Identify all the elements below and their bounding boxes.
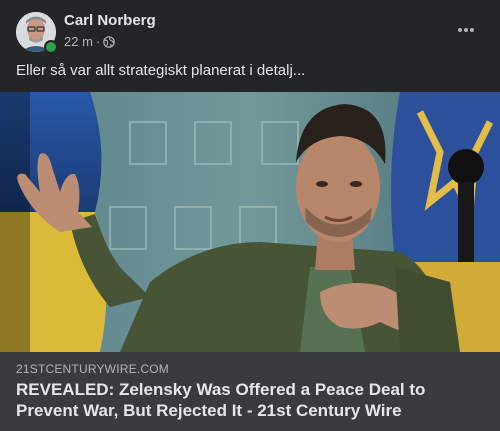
feed-post: Carl Norberg 22 m · Eller så var allt st… — [0, 0, 500, 431]
link-title[interactable]: REVEALED: Zelensky Was Offered a Peace D… — [16, 379, 486, 421]
link-preview-footer[interactable]: 21STCENTURYWIRE.COM REVEALED: Zelensky W… — [0, 352, 500, 431]
globe-icon[interactable] — [103, 35, 116, 48]
author-name[interactable]: Carl Norberg — [64, 12, 156, 29]
link-preview-image[interactable] — [0, 92, 500, 352]
post-meta: 22 m · — [64, 34, 116, 49]
more-horizontal-icon — [458, 28, 474, 32]
post-time[interactable]: 22 m — [64, 34, 93, 49]
article-photo — [0, 92, 500, 352]
meta-separator: · — [95, 34, 101, 49]
post-text: Eller så var allt strategiskt planerat i… — [16, 62, 306, 79]
link-domain: 21STCENTURYWIRE.COM — [16, 362, 169, 376]
online-status-dot — [44, 40, 58, 54]
post-header: Carl Norberg 22 m · — [0, 0, 500, 60]
more-options-button[interactable] — [448, 18, 484, 42]
